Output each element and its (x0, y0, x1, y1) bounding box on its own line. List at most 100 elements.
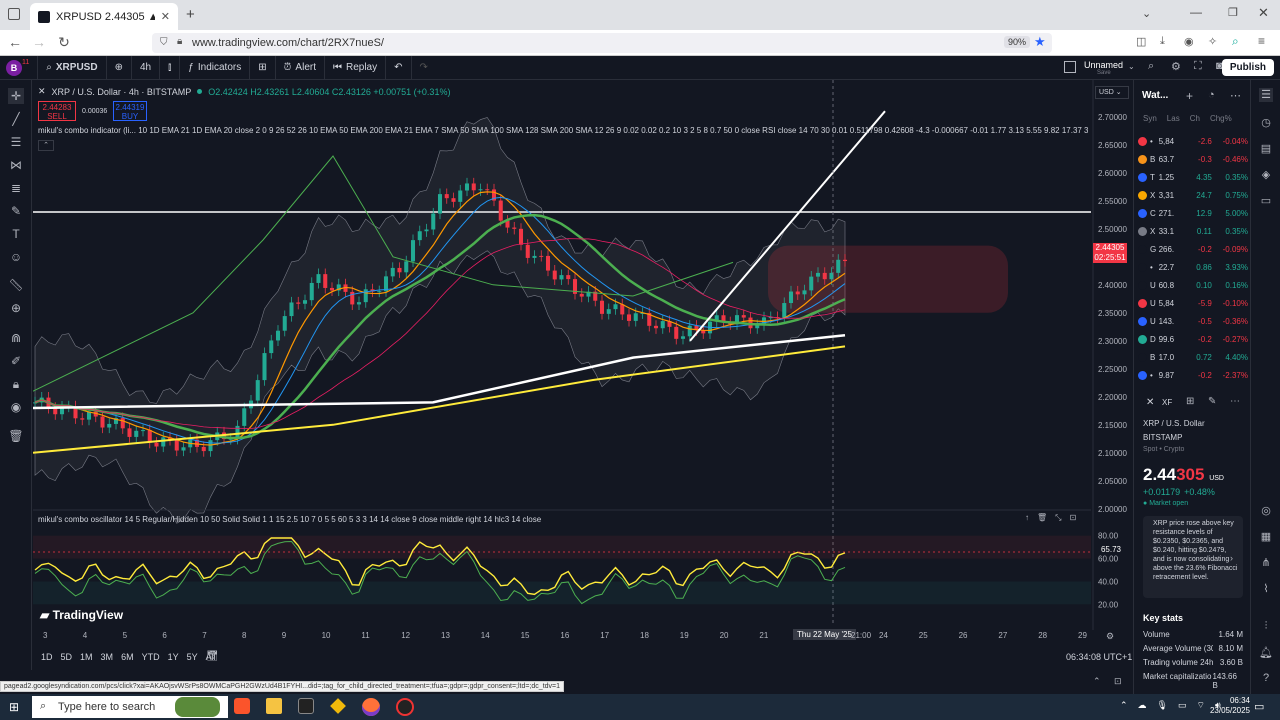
layers-icon[interactable]: ◈ (1259, 168, 1273, 182)
chrome-app-icon[interactable] (396, 698, 414, 716)
sell-button[interactable]: 2.44283 SELL (38, 101, 76, 121)
lock-icon[interactable]: 🔒︎ (177, 36, 182, 47)
minimize-icon[interactable]: — (1190, 5, 1202, 19)
watchlist-advanced-icon[interactable]: ◔ (1208, 89, 1215, 101)
alerts-clock-icon[interactable]: ◷ (1259, 116, 1273, 130)
magnet-icon[interactable]: ⋒ (8, 330, 24, 346)
new-tab-icon[interactable]: + (186, 6, 195, 23)
tab-overview-icon[interactable] (8, 8, 20, 20)
tray-cloud-icon[interactable]: ☁ (1138, 700, 1147, 711)
collapse-pane-icon[interactable]: ⤡ (1055, 513, 1061, 523)
watchlist-row[interactable]: C 271. 12.9 5.00% (1138, 205, 1248, 222)
pencil-lock-icon[interactable]: ✐ (8, 353, 24, 369)
firefox-app-icon[interactable] (362, 698, 380, 716)
add-symbol-icon[interactable]: + (1186, 89, 1193, 103)
text-tool-icon[interactable]: T (8, 226, 24, 242)
watchlist-title[interactable]: Wat... (1142, 90, 1168, 101)
watchlist-row[interactable]: • 9.87 -0.2 -2.37% (1138, 367, 1248, 384)
maximize-panel-icon[interactable]: ⊡ (1114, 676, 1122, 687)
network-icon[interactable]: ⋔ (1259, 556, 1273, 570)
brush-icon[interactable]: ✎ (8, 203, 24, 219)
move-pane-up-icon[interactable]: ↑ (1025, 513, 1029, 523)
brave-app-icon[interactable] (234, 698, 250, 714)
emoji-icon[interactable]: ☺ (8, 249, 24, 265)
collapse-panel-icon[interactable]: ⌃ (1093, 676, 1101, 687)
symbol-search[interactable]: ⌕ XRPUSD (38, 55, 107, 80)
replay-button[interactable]: ⏮︎ Replay (325, 55, 387, 80)
target-icon[interactable]: ◎ (1259, 504, 1273, 518)
tray-mic-icon[interactable]: 🎙︎ (1157, 700, 1168, 711)
col-change[interactable]: Ch (1190, 114, 1200, 123)
close-legend-icon[interactable]: ✕ (38, 86, 46, 97)
forward-icon[interactable]: → (30, 34, 48, 50)
windows-start-icon[interactable]: ⊞ (9, 700, 19, 714)
signal-icon[interactable]: ⫶ (1259, 620, 1273, 634)
watchlist-row[interactable]: X 33.1 0.11 0.35% (1138, 223, 1248, 240)
range-button-ytd[interactable]: YTD (142, 652, 160, 662)
settings-gear-icon[interactable]: ⚙ (1171, 60, 1181, 73)
close-tab-icon[interactable]: ✕ (161, 10, 170, 23)
calendar-icon[interactable]: ▦ (1259, 530, 1273, 544)
tab-list-chevron-icon[interactable]: ⌄ (1142, 7, 1151, 20)
range-button-6m[interactable]: 6M (121, 652, 134, 662)
watchlist-row[interactable]: • 5,84 -2.6 -0.04% (1138, 133, 1248, 150)
buy-button[interactable]: 2.44319 BUY (113, 101, 147, 121)
url-field[interactable]: www.tradingview.com/chart/2RX7nueS/ (152, 33, 1052, 53)
avatar[interactable]: B (6, 59, 22, 76)
col-last[interactable]: Las (1167, 114, 1180, 123)
watchlist-more-icon[interactable]: ⋯ (1230, 89, 1241, 102)
oscillator-legend[interactable]: mikul's combo oscillator 14 5 Regular/Hi… (38, 515, 541, 524)
publish-button[interactable]: Publish (1221, 59, 1274, 76)
templates-button[interactable]: ⊞ (250, 55, 276, 80)
terminal-app-icon[interactable] (298, 698, 314, 714)
watchlist-icon[interactable]: ☰ (1259, 88, 1273, 102)
pocket-icon[interactable]: ◫ (1136, 35, 1146, 48)
close-detail-icon[interactable]: ✕ (1146, 397, 1154, 408)
watchlist-row[interactable]: U 143. -0.5 -0.36% (1138, 313, 1248, 330)
extensions-icon[interactable]: ✧ (1208, 35, 1217, 48)
detail-edit-icon[interactable]: ✎ (1208, 396, 1216, 407)
crosshair-icon[interactable]: ✛ (8, 88, 24, 104)
clock-utc[interactable]: 06:34:08 UTC+1 (1066, 652, 1132, 662)
indicator-legend[interactable]: mikul's combo indicator (li... 10 1D EMA… (38, 126, 1088, 135)
browser-tab[interactable]: XRPUSD 2.44305 ▲ +0.48% Un ✕ (30, 3, 178, 30)
redo-button[interactable]: ↷ (412, 56, 436, 80)
watchlist-row[interactable]: • 22.7 0.86 3.93% (1138, 259, 1248, 276)
chart-type-button[interactable]: ⫾ (160, 55, 181, 80)
symbol-title[interactable]: XRP / U.S. Dollar · 4h · BITSTAMP (52, 87, 192, 97)
eye-icon[interactable]: ◉ (8, 399, 24, 415)
detail-name[interactable]: XRP / U.S. Dollar (1143, 419, 1205, 428)
shield-icon[interactable]: ⛉ (160, 37, 168, 48)
interval-button[interactable]: 4h (132, 55, 161, 80)
chart-pattern-icon[interactable]: ⌇ (1259, 582, 1273, 596)
watchlist-row[interactable]: U 5,84 -5.9 -0.10% (1138, 295, 1248, 312)
zoom-level[interactable]: 90% (1004, 36, 1031, 48)
layout-name[interactable]: Unnamed (1084, 60, 1123, 70)
tray-chevron-icon[interactable]: ⌃ (1120, 700, 1128, 711)
layout-chevron-icon[interactable]: ⌄ (1128, 62, 1135, 71)
watchlist-row[interactable]: T 1.25 4.35 0.35% (1138, 169, 1248, 186)
indicators-button[interactable]: ƒ Indicators (180, 55, 251, 80)
bell-icon[interactable]: 🔔︎ (1259, 646, 1273, 660)
fullscreen-icon[interactable]: ⛶ (1194, 60, 1202, 73)
currency-select[interactable]: USD ⌄ (1095, 86, 1129, 99)
taskbar-clock[interactable]: 06:34 23/05/2025 (1210, 696, 1250, 716)
back-icon[interactable]: ← (6, 34, 24, 50)
downloads-icon[interactable]: ⤓ (1160, 35, 1165, 48)
trash-icon[interactable]: 🗑︎ (8, 428, 24, 444)
lock-drawings-icon[interactable]: 🔒︎ (8, 376, 24, 392)
delete-pane-icon[interactable]: 🗑︎ (1037, 513, 1047, 523)
news-icon[interactable]: ▤ (1259, 142, 1273, 156)
tray-battery-icon[interactable]: ▭ (1178, 700, 1187, 711)
quick-search-icon[interactable]: ⌕ (1148, 60, 1154, 73)
close-window-icon[interactable]: ✕ (1258, 5, 1269, 21)
maximize-pane-icon[interactable]: ⊡ (1070, 513, 1077, 523)
range-button-1y[interactable]: 1Y (168, 652, 179, 662)
trendline-icon[interactable]: ╱ (8, 111, 24, 127)
horizontal-lines-icon[interactable]: ☰ (8, 134, 24, 150)
compare-button[interactable]: ⊕ (107, 55, 132, 80)
chat-icon[interactable]: ▭ (1259, 194, 1273, 208)
watchlist-row[interactable]: B 17.0 0.72 4.40% (1138, 349, 1248, 366)
news-next-icon[interactable]: › (1230, 553, 1233, 563)
watchlist-row[interactable]: G 266. -0.2 -0.09% (1138, 241, 1248, 258)
